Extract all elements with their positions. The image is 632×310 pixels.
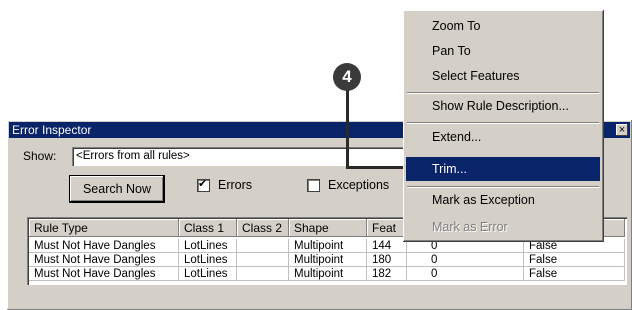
errors-checkbox[interactable]: Errors: [197, 177, 253, 192]
table-cell[interactable]: 144: [367, 239, 407, 253]
menu-item-zoom-to[interactable]: Zoom To: [406, 14, 600, 38]
table-cell[interactable]: [237, 253, 289, 267]
table-cell[interactable]: Multipoint: [289, 253, 367, 267]
table-cell[interactable]: LotLines: [179, 253, 237, 267]
table-cell[interactable]: 0: [407, 253, 524, 267]
menu-item-show-rule-description[interactable]: Show Rule Description...: [406, 94, 600, 118]
table-cell[interactable]: 0: [407, 267, 524, 281]
column-header-class2[interactable]: Class 2: [237, 219, 289, 237]
menu-item-extend[interactable]: Extend...: [406, 125, 600, 149]
table-cell[interactable]: False: [524, 253, 625, 267]
table-cell[interactable]: Must Not Have Dangles: [29, 239, 179, 253]
table-cell[interactable]: LotLines: [179, 239, 237, 253]
menu-separator: [407, 122, 599, 124]
exceptions-checkbox[interactable]: Exceptions: [307, 178, 389, 192]
table-cell[interactable]: [237, 239, 289, 253]
column-header-feat[interactable]: Feat: [367, 219, 407, 237]
menu-item-pan-to[interactable]: Pan To: [406, 39, 600, 63]
table-cell[interactable]: False: [524, 267, 625, 281]
menu-item-mark-as-error: Mark as Error: [432, 220, 508, 234]
errors-label: Errors: [218, 178, 253, 192]
close-icon[interactable]: ×: [616, 124, 628, 136]
show-dropdown[interactable]: <Errors from all rules>: [72, 147, 412, 166]
show-label: Show:: [23, 149, 57, 163]
menu-item-mark-as-exception[interactable]: Mark as Exception: [406, 188, 600, 212]
menu-item-select-features[interactable]: Select Features: [406, 64, 600, 88]
callout-line: [346, 90, 349, 168]
column-header-rule-type[interactable]: Rule Type: [29, 219, 179, 237]
callout-number-badge: 4: [333, 63, 361, 91]
context-menu: Zoom To Pan To Select Features Show Rule…: [403, 10, 604, 242]
exceptions-label: Exceptions: [328, 178, 390, 192]
window-title: Error Inspector: [12, 123, 92, 137]
table-cell[interactable]: Must Not Have Dangles: [29, 253, 179, 267]
table-cell[interactable]: Must Not Have Dangles: [29, 267, 179, 281]
search-now-button[interactable]: Search Now: [69, 175, 165, 203]
table-cell[interactable]: LotLines: [179, 267, 237, 281]
column-header-class1[interactable]: Class 1: [179, 219, 237, 237]
exceptions-check-icon[interactable]: [307, 178, 320, 192]
errors-check-icon[interactable]: [197, 177, 210, 192]
table-cell[interactable]: Multipoint: [289, 267, 367, 281]
table-cell[interactable]: [237, 267, 289, 281]
menu-item-trim[interactable]: Trim...: [406, 157, 600, 181]
table-cell[interactable]: 182: [367, 267, 407, 281]
column-header-shape[interactable]: Shape: [289, 219, 367, 237]
table-cell[interactable]: Multipoint: [289, 239, 367, 253]
table-cell[interactable]: 180: [367, 253, 407, 267]
